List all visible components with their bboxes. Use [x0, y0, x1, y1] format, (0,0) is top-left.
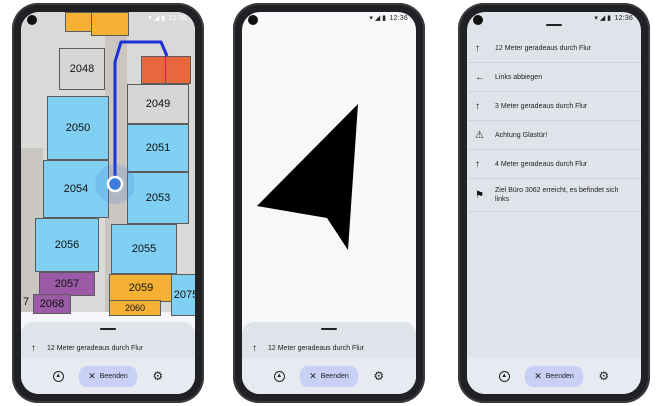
step-text: 4 Meter geradeaus durch Flur — [495, 160, 588, 168]
gear-icon[interactable]: ⚙ — [151, 369, 165, 383]
step-text: 3 Meter geradeaus durch Flur — [495, 102, 588, 110]
arrow-up-icon: ↑ — [475, 100, 480, 112]
drag-handle[interactable] — [321, 328, 337, 330]
bottom-bar: ▲ ✕ Beenden ⚙ — [467, 358, 641, 394]
camera-cutout — [248, 15, 258, 25]
arrow-up-icon: ↑ — [475, 158, 480, 170]
step-list: ↑ 12 Meter geradeaus durch Flur ← Links ab… — [467, 34, 641, 212]
status-bar: ▾ ◢ ▮ 12:36 — [21, 12, 195, 28]
status-time: 12:36 — [614, 15, 633, 22]
instruction-text: 12 Meter geradeaus durch Flur — [47, 344, 144, 352]
step-text: Achtung Glastür! — [495, 131, 548, 139]
end-button[interactable]: ✕ Beenden — [300, 365, 358, 387]
compass-icon[interactable]: ▲ — [497, 369, 511, 383]
steps-screen: ▾ ◢ ▮ 12:36 ↑ 12 Meter geradeaus durch Fl… — [467, 12, 641, 394]
status-time: 12:36 — [389, 15, 408, 22]
status-bar: ▾ ◢ ▮ 12:36 — [242, 12, 416, 28]
gear-icon[interactable]: ⚙ — [597, 369, 611, 383]
end-button[interactable]: ✕ Beenden — [79, 365, 137, 387]
list-item: ← Links abbiegen — [467, 63, 641, 92]
list-item: ⚠ Achtung Glastür! — [467, 121, 641, 150]
list-item: ↑ 4 Meter geradeaus durch Flur — [467, 150, 641, 179]
end-button[interactable]: ✕ Beenden — [525, 365, 583, 387]
instruction-text: 12 Meter geradeaus durch Flur — [268, 344, 365, 352]
camera-cutout — [27, 15, 37, 25]
bottom-bar: ▲ ✕ Beenden ⚙ — [21, 358, 195, 394]
list-item: ↑ 3 Meter geradeaus durch Flur — [467, 92, 641, 121]
list-item: ⚑ Ziel Büro 3062 erreicht, es befindet si… — [467, 179, 641, 212]
flag-icon: ⚑ — [475, 189, 484, 201]
close-icon: ✕ — [88, 370, 96, 381]
end-button-label: Beenden — [320, 372, 349, 380]
route-line — [95, 40, 169, 204]
status-time: 12:36 — [168, 15, 187, 22]
current-instruction: ↑ 12 Meter geradeaus durch Flur — [31, 340, 189, 356]
drag-handle[interactable] — [100, 328, 116, 330]
phone-map-view: ▾ ◢ ▮ 12:36 2048 2049 2050 2051 2054 205… — [12, 3, 204, 403]
end-button-label: Beenden — [99, 372, 128, 380]
status-icons: ▾ ◢ ▮ — [369, 15, 386, 22]
status-icons: ▾ ◢ ▮ — [594, 15, 611, 22]
step-text: Links abbiegen — [495, 73, 543, 81]
arrow-up-icon: ↑ — [31, 342, 36, 354]
close-icon: ✕ — [534, 370, 542, 381]
arrow-left-icon: ← — [475, 71, 485, 83]
arrow-screen: ▾ ◢ ▮ 12:36 ↑ 12 Meter geradeaus durch F… — [242, 12, 416, 394]
warning-icon: ⚠ — [475, 129, 484, 141]
end-button-label: Beenden — [545, 372, 574, 380]
map-screen: ▾ ◢ ▮ 12:36 2048 2049 2050 2051 2054 205… — [21, 12, 195, 394]
status-bar: ▾ ◢ ▮ 12:36 — [467, 12, 641, 28]
step-text: Ziel Büro 3062 erreicht, es befindet sic… — [495, 187, 619, 203]
direction-arrow-icon — [257, 104, 358, 250]
floor-map[interactable]: 2048 2049 2050 2051 2054 2053 2056 2055 … — [21, 12, 195, 316]
compass-icon[interactable]: ▲ — [272, 369, 286, 383]
phone-steps-view: ▾ ◢ ▮ 12:36 ↑ 12 Meter geradeaus durch Fl… — [458, 3, 650, 403]
camera-cutout — [473, 15, 483, 25]
step-text: 12 Meter geradeaus durch Flur — [495, 44, 592, 52]
gear-icon[interactable]: ⚙ — [372, 369, 386, 383]
phone-arrow-view: ▾ ◢ ▮ 12:36 ↑ 12 Meter geradeaus durch F… — [233, 3, 425, 403]
compass-icon[interactable]: ▲ — [51, 369, 65, 383]
arrow-up-icon: ↑ — [475, 42, 480, 54]
current-instruction: ↑ 12 Meter geradeaus durch Flur — [252, 340, 410, 356]
arrow-up-icon: ↑ — [252, 342, 257, 354]
list-item: ↑ 12 Meter geradeaus durch Flur — [467, 34, 641, 63]
bottom-bar: ▲ ✕ Beenden ⚙ — [242, 358, 416, 394]
close-icon: ✕ — [309, 370, 317, 381]
status-icons: ▾ ◢ ▮ — [148, 15, 165, 22]
